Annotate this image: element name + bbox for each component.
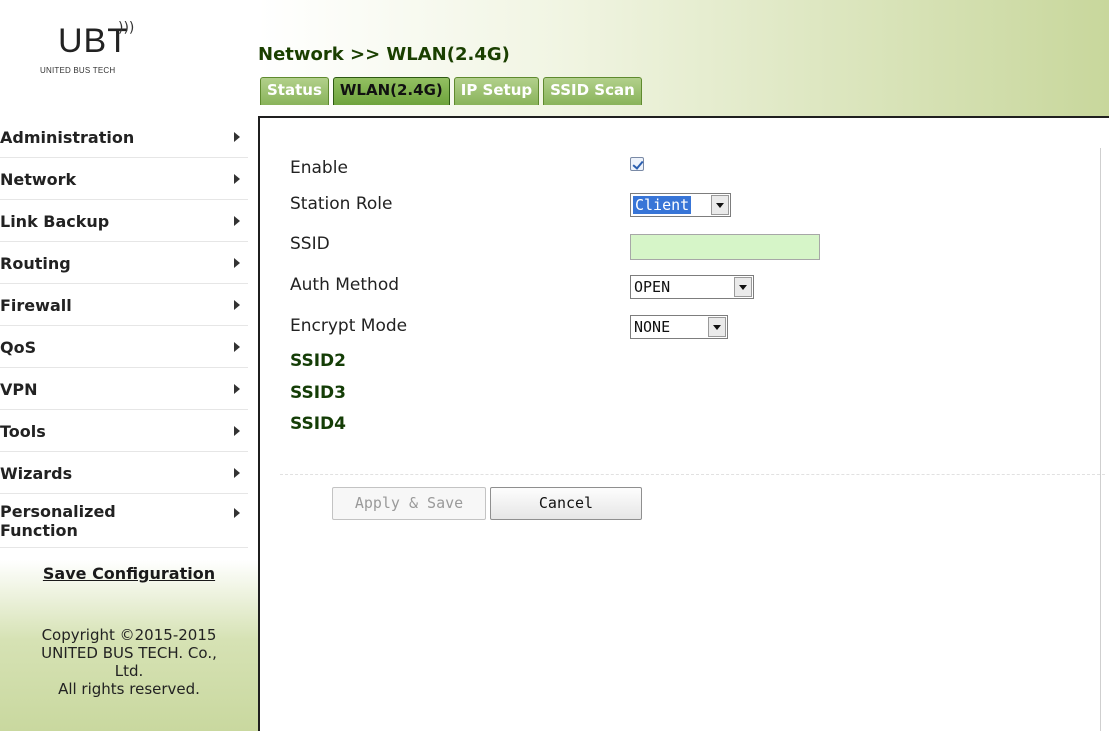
chevron-right-icon: [234, 216, 240, 226]
router-admin-page: UBT ))) UNITED BUS TECH Administration N…: [0, 0, 1109, 731]
chevron-right-icon: [234, 132, 240, 142]
chevron-right-icon: [234, 468, 240, 478]
sidebar-item-label: Routing: [0, 254, 71, 273]
sidebar-item-personalized-function[interactable]: Personalized Function: [0, 494, 248, 548]
sidebar-item-network[interactable]: Network: [0, 158, 248, 200]
content-panel: Enable Station Role Client SSID Auth Met…: [258, 116, 1109, 731]
copyright-line: All rights reserved.: [58, 680, 200, 698]
ssid3-link[interactable]: SSID3: [290, 383, 346, 403]
panel-divider: [1100, 148, 1101, 731]
chevron-down-icon: [734, 277, 752, 297]
copyright-line: UNITED BUS TECH. Co.,: [41, 644, 217, 662]
sidebar-item-vpn[interactable]: VPN: [0, 368, 248, 410]
copyright-line: Ltd.: [114, 662, 144, 680]
left-sidebar: UBT ))) UNITED BUS TECH Administration N…: [0, 0, 258, 731]
sidebar-item-link-backup[interactable]: Link Backup: [0, 200, 248, 242]
chevron-down-icon: [711, 195, 729, 215]
sidebar-item-label: VPN: [0, 380, 38, 399]
sidebar-item-wizards[interactable]: Wizards: [0, 452, 248, 494]
chevron-right-icon: [234, 258, 240, 268]
sidebar-item-label: Administration: [0, 128, 135, 147]
station-role-label: Station Role: [290, 194, 393, 214]
ssid-input[interactable]: [630, 234, 820, 260]
auth-method-value: OPEN: [634, 278, 671, 296]
tab-ssid-scan[interactable]: SSID Scan: [543, 77, 642, 105]
sidebar-item-label: Personalized Function: [0, 502, 116, 540]
breadcrumb: Network >> WLAN(2.4G): [258, 44, 510, 65]
ssid4-link[interactable]: SSID4: [290, 414, 346, 434]
encrypt-mode-label: Encrypt Mode: [290, 316, 408, 336]
copyright-notice: Copyright ©2015-2015 UNITED BUS TECH. Co…: [0, 626, 258, 698]
page-header: Network >> WLAN(2.4G) Status WLAN(2.4G) …: [258, 0, 1109, 116]
cancel-button[interactable]: Cancel: [490, 487, 642, 520]
logo-subtitle: UNITED BUS TECH: [40, 66, 116, 75]
auth-method-label: Auth Method: [290, 275, 400, 295]
wifi-signal-icon: ))): [118, 20, 135, 36]
chevron-down-icon: [708, 317, 726, 337]
sidebar-item-administration[interactable]: Administration: [0, 116, 248, 158]
encrypt-mode-select[interactable]: NONE: [630, 315, 728, 339]
form-divider: [280, 474, 1105, 475]
chevron-right-icon: [234, 508, 240, 518]
station-role-value: Client: [633, 196, 692, 214]
sidebar-item-routing[interactable]: Routing: [0, 242, 248, 284]
sidebar-item-tools[interactable]: Tools: [0, 410, 248, 452]
logo: UBT ))) UNITED BUS TECH: [0, 0, 258, 116]
tab-wlan-2-4g[interactable]: WLAN(2.4G): [332, 77, 450, 105]
sidebar-item-label: Wizards: [0, 464, 73, 483]
station-role-select[interactable]: Client: [630, 193, 731, 217]
chevron-right-icon: [234, 342, 240, 352]
enable-checkbox[interactable]: [630, 157, 644, 171]
sidebar-item-label: Firewall: [0, 296, 72, 315]
encrypt-mode-value: NONE: [634, 318, 671, 336]
enable-label: Enable: [290, 158, 348, 178]
sidebar-item-label: Network: [0, 170, 77, 189]
sidebar-item-label: Tools: [0, 422, 46, 441]
chevron-right-icon: [234, 300, 240, 310]
sidebar-item-label: QoS: [0, 338, 37, 357]
sidebar-item-label: Link Backup: [0, 212, 110, 231]
auth-method-select[interactable]: OPEN: [630, 275, 754, 299]
chevron-right-icon: [234, 384, 240, 394]
apply-save-button[interactable]: Apply & Save: [332, 487, 486, 520]
ssid-label: SSID: [290, 234, 330, 254]
sidebar-item-firewall[interactable]: Firewall: [0, 284, 248, 326]
save-configuration-link[interactable]: Save Configuration: [0, 564, 258, 583]
sidebar-menu: Administration Network Link Backup Routi…: [0, 116, 248, 548]
chevron-right-icon: [234, 426, 240, 436]
ssid2-link[interactable]: SSID2: [290, 351, 346, 371]
sidebar-item-qos[interactable]: QoS: [0, 326, 248, 368]
tab-status[interactable]: Status: [260, 77, 329, 105]
tab-ip-setup[interactable]: IP Setup: [453, 77, 540, 105]
tab-bar: Status WLAN(2.4G) IP Setup SSID Scan: [260, 77, 646, 105]
chevron-right-icon: [234, 174, 240, 184]
copyright-line: Copyright ©2015-2015: [41, 626, 217, 644]
